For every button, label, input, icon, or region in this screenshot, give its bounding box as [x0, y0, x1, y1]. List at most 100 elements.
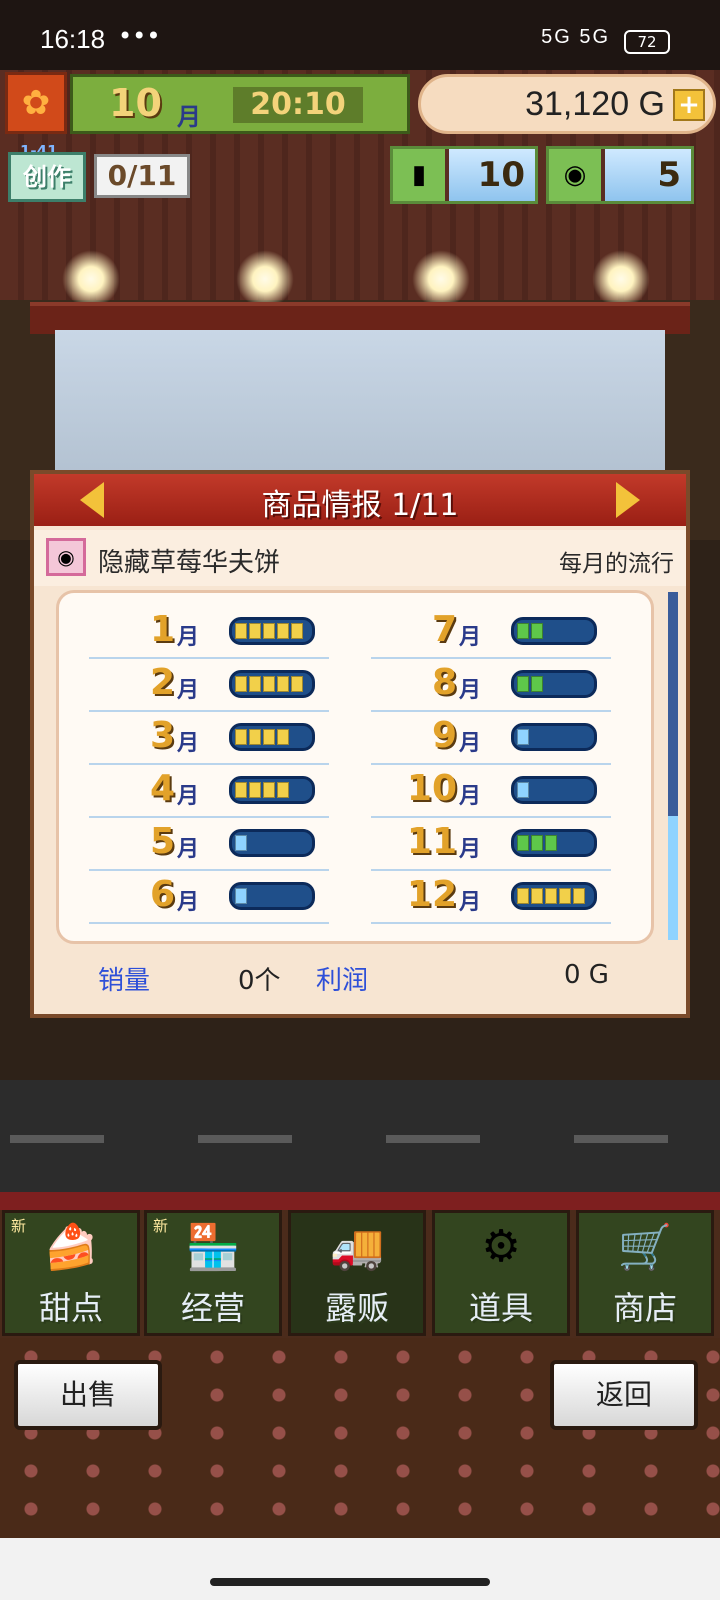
- resource-medal: ◉ 5: [546, 146, 694, 204]
- meter-segment: [277, 676, 289, 692]
- month-unit: 月: [459, 625, 482, 650]
- month-unit: 月: [177, 784, 200, 809]
- popularity-meter: [511, 670, 597, 698]
- lamp-icon: [592, 250, 650, 308]
- season-leaf-icon[interactable]: ✿: [5, 72, 67, 134]
- meter-segment: [235, 888, 247, 904]
- back-button[interactable]: 返回: [550, 1360, 698, 1430]
- meter-segment: [517, 835, 529, 851]
- month-trend-row: 10 月: [371, 764, 611, 818]
- shopping-cart-icon: 🛒: [617, 1222, 673, 1273]
- popularity-meter: [511, 829, 597, 857]
- sales-value: 0个: [238, 966, 281, 996]
- month-trend-row: 9月: [371, 711, 611, 765]
- nav-item-food-truck[interactable]: 🚚 露贩: [288, 1210, 426, 1336]
- month-trend-row: 4月: [89, 764, 329, 818]
- road-line: [10, 1135, 104, 1143]
- month-trend-row: 1月: [89, 605, 329, 659]
- meter-segment: [249, 676, 261, 692]
- month-unit: 月: [459, 731, 482, 756]
- game-clock: 20:10: [233, 87, 363, 123]
- popularity-meter: [229, 617, 315, 645]
- month-unit: 月: [177, 731, 200, 756]
- popularity-meter: [511, 723, 597, 751]
- status-more-icon: •••: [118, 22, 161, 50]
- resource-gold-bar: ▮ 10: [390, 146, 538, 204]
- bottom-nav: 新 🍰 甜点 新 🏪 经营 🚚 露贩 ⚙ 道具 🛒 商店: [0, 1210, 720, 1338]
- status-bar: 16:18 ••• 5G 5G 72: [0, 0, 720, 70]
- month-number: 6: [149, 874, 175, 915]
- date-panel: 10 月 20:10: [70, 74, 410, 134]
- stats-row: 销量 0个 利润 0 G: [34, 946, 686, 1010]
- month-trend-row: 7月: [371, 605, 611, 659]
- month-unit: 月: [459, 890, 482, 915]
- lamp-icon: [62, 250, 120, 308]
- meter-segment: [531, 676, 543, 692]
- meter-segment: [545, 835, 557, 851]
- popularity-meter: [229, 670, 315, 698]
- current-month: 10: [109, 81, 162, 125]
- food-truck-icon: 🚚: [329, 1222, 385, 1273]
- nav-label: 道具: [468, 1289, 533, 1327]
- meter-segment: [249, 782, 261, 798]
- meter-segment: [277, 782, 289, 798]
- meter-segment: [559, 888, 571, 904]
- medal-count: 5: [605, 149, 691, 201]
- nav-label: 露贩: [324, 1289, 389, 1327]
- month-trend-row: 6月: [89, 870, 329, 924]
- money-panel: 31,120 G +: [418, 74, 716, 134]
- gold-bar-icon: ▮: [393, 149, 445, 201]
- meter-segment: [277, 623, 289, 639]
- meter-segment: [291, 676, 303, 692]
- month-trend-row: 8月: [371, 658, 611, 712]
- road-line: [574, 1135, 668, 1143]
- nav-label: 经营: [180, 1289, 245, 1327]
- month-unit: 月: [177, 678, 200, 703]
- meter-segment: [517, 623, 529, 639]
- month-trend-row: 2月: [89, 658, 329, 712]
- popularity-meter: [229, 829, 315, 857]
- meter-segment: [235, 676, 247, 692]
- month-number: 1: [149, 609, 175, 650]
- month-number: 4: [149, 768, 175, 809]
- meter-segment: [235, 782, 247, 798]
- shop-building-icon: 🏪: [185, 1222, 241, 1273]
- next-page-icon[interactable]: [616, 482, 640, 518]
- month-number: 2: [149, 662, 175, 703]
- nav-item-desserts[interactable]: 新 🍰 甜点: [2, 1210, 140, 1336]
- month-unit: 月: [177, 103, 201, 131]
- meter-segment: [235, 729, 247, 745]
- home-indicator[interactable]: [210, 1578, 490, 1586]
- gold-bar-count: 10: [449, 149, 535, 201]
- month-number: 9: [431, 715, 457, 756]
- nav-item-management[interactable]: 新 🏪 经营: [144, 1210, 282, 1336]
- month-trend-row: 12 月: [371, 870, 611, 924]
- month-trend-row: 3月: [89, 711, 329, 765]
- month-number: 11: [406, 821, 457, 862]
- month-unit: 月: [459, 784, 482, 809]
- month-unit: 月: [177, 625, 200, 650]
- sell-button[interactable]: 出售: [14, 1360, 162, 1430]
- month-trend-row: 11 月: [371, 817, 611, 871]
- meter-segment: [249, 623, 261, 639]
- signal-indicator: 5G 5G: [541, 26, 610, 48]
- product-name: 隐藏草莓华夫饼: [98, 548, 281, 578]
- add-money-button[interactable]: +: [673, 89, 705, 121]
- medal-icon: ◉: [549, 149, 601, 201]
- popularity-meter: [511, 776, 597, 804]
- month-number: 5: [149, 821, 175, 862]
- meter-segment: [517, 888, 529, 904]
- meter-segment: [531, 888, 543, 904]
- meter-segment: [277, 729, 289, 745]
- month-unit: 月: [177, 890, 200, 915]
- month-number: 12: [406, 874, 457, 915]
- meter-segment: [573, 888, 585, 904]
- product-info-dialog: 商品情报 1/11 ◉ 隐藏草莓华夫饼 每月的流行 1月2月3月4月5月6月7月…: [30, 470, 690, 1018]
- scrollbar-thumb[interactable]: [668, 816, 678, 940]
- create-badge[interactable]: 1-41 创作 0/11: [8, 142, 190, 206]
- sales-label: 销量: [98, 966, 151, 996]
- popularity-meter: [511, 882, 597, 910]
- nav-item-tools[interactable]: ⚙ 道具: [432, 1210, 570, 1336]
- nav-item-store[interactable]: 🛒 商店: [576, 1210, 714, 1336]
- lamp-icon: [236, 250, 294, 308]
